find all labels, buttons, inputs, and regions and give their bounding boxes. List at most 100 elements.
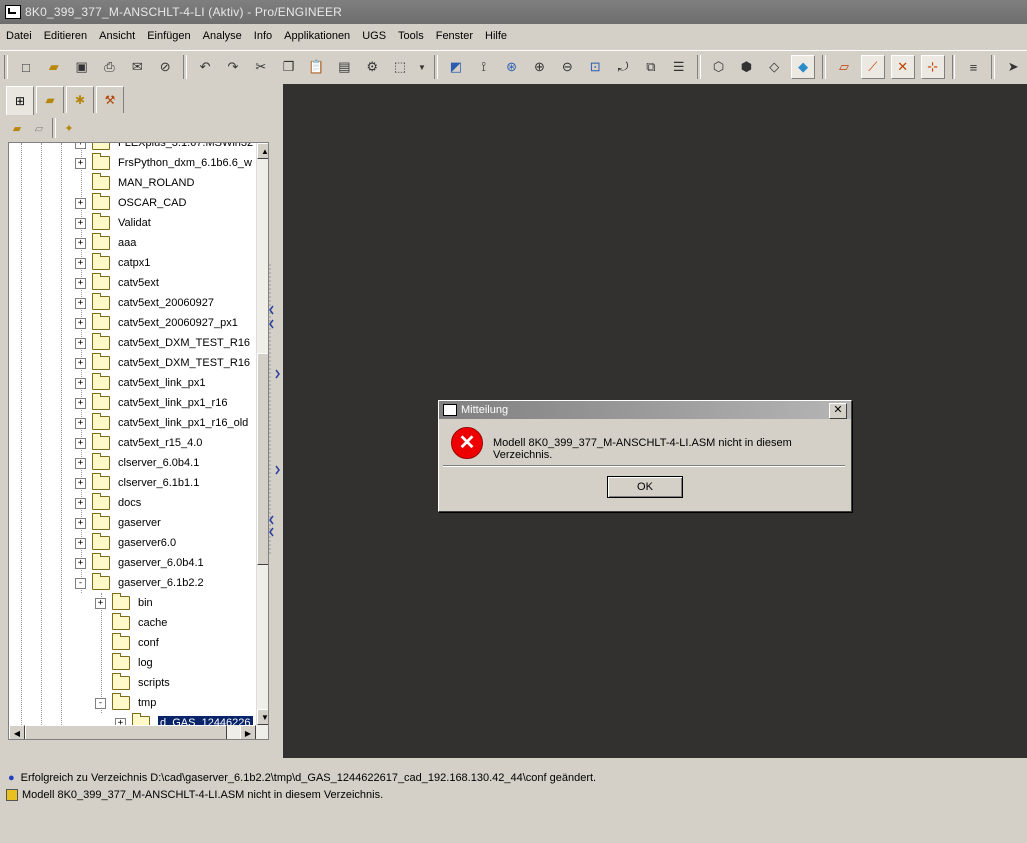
coordinate-systems-icon[interactable]: ⊹ <box>920 55 945 79</box>
tree-item[interactable]: MAN_ROLAND <box>75 173 194 193</box>
new-folder-icon[interactable]: ▰ <box>6 118 28 138</box>
expand-icon[interactable]: + <box>75 337 86 349</box>
folder-up-icon[interactable]: ▱ <box>28 118 50 138</box>
expand-icon[interactable]: + <box>75 437 86 449</box>
tree-item[interactable]: + docs <box>75 493 141 513</box>
expand-icon[interactable]: + <box>75 377 86 389</box>
menu-ugs[interactable]: UGS <box>356 30 392 42</box>
redo-icon[interactable]: ↷ <box>222 56 244 78</box>
datum-axes-icon[interactable]: ⟋ <box>860 55 885 79</box>
expand-icon[interactable]: + <box>75 457 86 469</box>
menu-analyse[interactable]: Analyse <box>197 30 248 42</box>
save-icon[interactable]: ▣ <box>71 56 93 78</box>
datum-points-icon[interactable]: ✕ <box>890 55 915 79</box>
tree-item[interactable]: + catv5ext_DXM_TEST_R16 <box>75 333 250 353</box>
expand-icon[interactable]: + <box>75 417 86 429</box>
tab-connections[interactable]: ⚒ <box>96 86 124 113</box>
expand-icon[interactable]: + <box>75 197 86 209</box>
orient-icon[interactable]: ⊛ <box>501 56 523 78</box>
expand-icon[interactable]: + <box>75 317 86 329</box>
close-icon[interactable]: ✕ <box>829 403 847 419</box>
add-favorite-icon[interactable]: ✦ <box>58 118 80 138</box>
datum-planes-icon[interactable]: ▱ <box>833 56 855 78</box>
wireframe-icon[interactable]: ⬡ <box>708 56 730 78</box>
zoom-in-icon[interactable]: ⊕ <box>529 56 551 78</box>
tree-item[interactable]: - tmp <box>95 693 156 713</box>
collapse-icon[interactable]: - <box>75 577 86 589</box>
refit-icon[interactable]: ⊡ <box>584 56 606 78</box>
tree-item[interactable]: scripts <box>95 673 170 693</box>
expand-icon[interactable]: + <box>75 557 86 569</box>
collapse-icon[interactable]: - <box>95 697 106 709</box>
annotation-icon[interactable]: ≡ <box>962 56 984 78</box>
tree-item[interactable]: + catv5ext_link_px1_r16 <box>75 393 227 413</box>
menu-tools[interactable]: Tools <box>392 30 430 42</box>
tree-item[interactable]: + clserver_6.1b1.1 <box>75 473 199 493</box>
tree-item[interactable]: cache <box>95 613 167 633</box>
regenerate-icon[interactable]: ⚙ <box>361 56 383 78</box>
tree-item[interactable]: + catv5ext <box>75 273 159 293</box>
expand-icon[interactable]: + <box>75 237 86 249</box>
tree-item[interactable]: + catv5ext_20060927_px1 <box>75 313 238 333</box>
menu-ansicht[interactable]: Ansicht <box>93 30 141 42</box>
saved-views-icon[interactable]: ⧉ <box>640 56 662 78</box>
print-icon[interactable]: ⎙ <box>99 56 121 78</box>
expand-icon[interactable]: + <box>75 397 86 409</box>
tab-favorites[interactable]: ✱ <box>66 86 94 113</box>
tree-item[interactable]: + OSCAR_CAD <box>75 193 186 213</box>
expand-icon[interactable]: + <box>75 477 86 489</box>
menu-datei[interactable]: Datei <box>0 30 38 42</box>
expand-icon[interactable]: + <box>75 157 86 169</box>
tab-folder-browser[interactable]: ▰ <box>36 86 64 113</box>
tree-item[interactable]: + catv5ext_link_px1_r16_old <box>75 413 248 433</box>
tree-horizontal-scrollbar[interactable]: ◀ ▶ <box>9 725 268 739</box>
hidden-line-icon[interactable]: ⬢ <box>736 56 758 78</box>
reorient-icon[interactable]: ⤾ <box>612 56 634 78</box>
shading-icon[interactable]: ◆ <box>791 55 816 79</box>
tree-item[interactable]: + catv5ext_link_px1 <box>75 373 205 393</box>
tree-item[interactable]: + bin <box>95 593 153 613</box>
scroll-left-icon[interactable]: ◀ <box>9 725 25 739</box>
paste-icon[interactable]: 📋 <box>306 56 328 78</box>
dropdown-icon[interactable]: ▼ <box>417 56 427 78</box>
hscroll-thumb[interactable] <box>25 725 227 739</box>
menu-einfuegen[interactable]: Einfügen <box>141 30 196 42</box>
tree-item[interactable]: + clserver_6.0b4.1 <box>75 453 199 473</box>
view-manager-icon[interactable]: ◩ <box>445 56 467 78</box>
layers-icon[interactable]: ☰ <box>668 56 690 78</box>
expand-icon[interactable]: + <box>75 357 86 369</box>
menu-applikationen[interactable]: Applikationen <box>278 30 356 42</box>
expand-icon[interactable]: + <box>75 497 86 509</box>
tree-item[interactable]: + aaa <box>75 233 136 253</box>
menu-fenster[interactable]: Fenster <box>430 30 479 42</box>
panel-splitter[interactable] <box>266 84 282 758</box>
select-arrow-icon[interactable]: ➤ <box>1002 56 1024 78</box>
tree-item[interactable]: + FrsPython_dxm_6.1b6.6_w <box>75 153 252 173</box>
tree-item[interactable]: + FLEXplus_3.1.67.MSWin32 <box>75 143 253 153</box>
menu-hilfe[interactable]: Hilfe <box>479 30 513 42</box>
expand-icon[interactable]: + <box>75 517 86 529</box>
cut-icon[interactable]: ✂ <box>250 56 272 78</box>
tree-item[interactable]: + Validat <box>75 213 151 233</box>
open-icon[interactable]: ▰ <box>43 56 65 78</box>
ok-button[interactable]: OK <box>607 476 683 498</box>
tree-item[interactable]: conf <box>95 633 159 653</box>
expand-icon[interactable]: + <box>75 217 86 229</box>
undo-icon[interactable]: ↶ <box>194 56 216 78</box>
expand-icon[interactable]: + <box>75 257 86 269</box>
erase-icon[interactable]: ⊘ <box>154 56 176 78</box>
select-box-icon[interactable]: ⬚ <box>389 56 411 78</box>
tree-item[interactable]: + catv5ext_r15_4.0 <box>75 433 202 453</box>
tree-item[interactable]: + catv5ext_20060927 <box>75 293 214 313</box>
tree-item[interactable]: - gaserver_6.1b2.2 <box>75 573 204 593</box>
expand-icon[interactable]: + <box>75 297 86 309</box>
tree-item[interactable]: + gaserver_6.0b4.1 <box>75 553 204 573</box>
expand-icon[interactable]: + <box>75 537 86 549</box>
copy-icon[interactable]: ❐ <box>278 56 300 78</box>
zoom-out-icon[interactable]: ⊖ <box>556 56 578 78</box>
expand-icon[interactable]: + <box>75 143 86 149</box>
tree-item[interactable]: + catv5ext_DXM_TEST_R16 <box>75 353 250 373</box>
expand-icon[interactable]: + <box>95 597 106 609</box>
tree-item[interactable]: + gaserver <box>75 513 161 533</box>
tree-item[interactable]: + gaserver6.0 <box>75 533 176 553</box>
